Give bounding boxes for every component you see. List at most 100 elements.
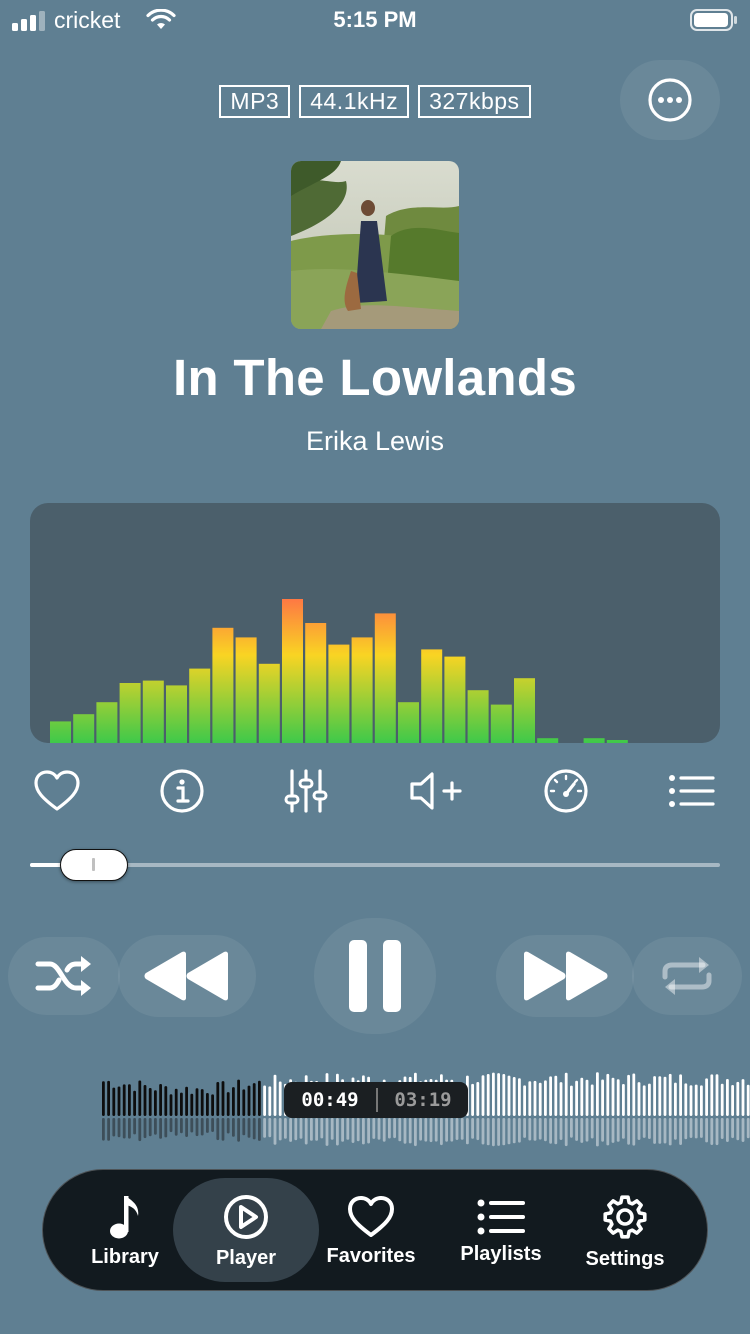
tab-playlists-label: Playlists [460,1242,542,1265]
tab-library[interactable]: Library [73,1170,177,1292]
spectrum-bar [351,637,373,743]
waveform-bar [710,1074,714,1116]
spectrum-bar [490,704,512,743]
waveform-bar [232,1087,235,1116]
waveform-reflection-bar [330,1118,334,1140]
waveform-reflection-bar [518,1118,521,1143]
waveform-bar [736,1081,740,1116]
waveform-reflection-bar [715,1118,719,1146]
spectrum-bar [467,690,489,743]
waveform-reflection-bar [211,1118,214,1132]
waveform-reflection-bar [133,1118,136,1135]
codec-badge: MP3 [219,85,291,118]
tab-playlists[interactable]: Playlists [447,1170,555,1292]
tab-favorites-label: Favorites [326,1244,416,1267]
waveform-reflection-bar [616,1118,620,1142]
waveform-reflection-bar [143,1118,147,1139]
waveform-reflection-bar [403,1118,407,1144]
spectrum-bar [537,738,559,743]
favorite-button[interactable] [27,765,87,817]
shuffle-button[interactable] [8,937,120,1015]
volume-slider-track[interactable] [30,863,720,867]
waveform-reflection-bar [663,1118,667,1144]
waveform-reflection-bar [554,1118,558,1145]
waveform-reflection-bar [310,1118,313,1141]
waveform-reflection-bar [242,1118,246,1136]
waveform-bar [180,1092,183,1116]
rewind-button[interactable] [118,935,256,1017]
rewind-icon [144,951,228,1001]
waveform-reflection-bar [388,1118,391,1139]
waveform-bar [486,1074,490,1116]
waveform-reflection-bar [455,1118,459,1140]
waveform-reflection-bar [689,1118,693,1138]
pause-button[interactable] [314,918,436,1034]
waveform-reflection-bar [180,1118,183,1134]
waveform-bar [564,1072,568,1116]
waveform-reflection-bar [408,1118,412,1144]
waveform-bar [580,1077,584,1116]
waveform-reflection-bar [679,1118,682,1145]
waveform-reflection-bar [720,1118,724,1139]
waveform-reflection-bar [476,1118,480,1141]
waveform-reflection-bar [206,1118,209,1133]
waveform-bar [720,1083,724,1116]
tab-player[interactable]: Player [188,1170,304,1292]
playback-speed-button[interactable] [536,765,596,817]
waveform-reflection-bar [185,1118,188,1137]
waveform-bar [596,1072,599,1116]
waveform-bar [481,1075,485,1116]
spectrum-bar [73,714,95,743]
waveform-bar [278,1081,282,1116]
waveform-bar [549,1076,552,1116]
music-note-icon [110,1195,139,1238]
waveform-reflection-bar [481,1118,485,1145]
waveform-reflection-bar [731,1118,734,1139]
waveform-reflection-bar [107,1118,110,1141]
tab-favorites[interactable]: Favorites [318,1170,424,1292]
bitrate-badge: 327kbps [418,85,531,118]
waveform-bar [247,1085,251,1116]
waveform-reflection-bar [117,1118,121,1138]
spectrum-bar [606,740,628,743]
waveform-bar [211,1094,214,1116]
waveform-bar [590,1084,594,1116]
queue-list-icon [669,775,715,807]
waveform-bar [128,1084,131,1116]
waveform-reflection-bar [414,1118,417,1147]
waveform-reflection-bar [497,1118,500,1146]
fast-forward-button[interactable] [496,935,634,1017]
total-time: 03:19 [394,1089,452,1111]
track-info-button[interactable] [152,765,212,817]
waveform-bar [164,1086,168,1116]
queue-button[interactable] [662,765,722,817]
waveform-reflection-bar [622,1118,625,1139]
waveform-reflection-bar [450,1118,454,1142]
speed-gauge-icon [544,769,588,813]
waveform-bar [206,1093,209,1116]
waveform-bar [611,1077,615,1116]
waveform-bar [122,1084,126,1116]
waveform-bar [190,1093,194,1116]
waveform-bar [684,1083,688,1116]
waveform-bar [694,1084,698,1116]
track-artist[interactable]: Erika Lewis [0,426,750,457]
waveform-bar [107,1080,110,1116]
waveform-reflection-bar [580,1118,584,1143]
waveform-reflection-bar [138,1118,142,1142]
waveform-reflection-bar [356,1118,360,1142]
waveform-reflection-bar [570,1118,573,1138]
spectrum-bar [96,702,118,743]
spectrum-bar [50,721,71,743]
waveform-bar [731,1085,734,1116]
waveform-reflection-bar [658,1118,662,1144]
more-options-button[interactable] [620,60,720,140]
waveform-bar [242,1089,246,1116]
volume-slider-thumb[interactable] [60,849,128,881]
repeat-button[interactable] [632,937,742,1015]
spectrum-bar [398,702,419,743]
waveform-reflection-bar [429,1118,433,1143]
volume-boost-button[interactable] [406,765,466,817]
tab-settings[interactable]: Settings [573,1170,677,1292]
equalizer-button[interactable] [276,765,336,817]
